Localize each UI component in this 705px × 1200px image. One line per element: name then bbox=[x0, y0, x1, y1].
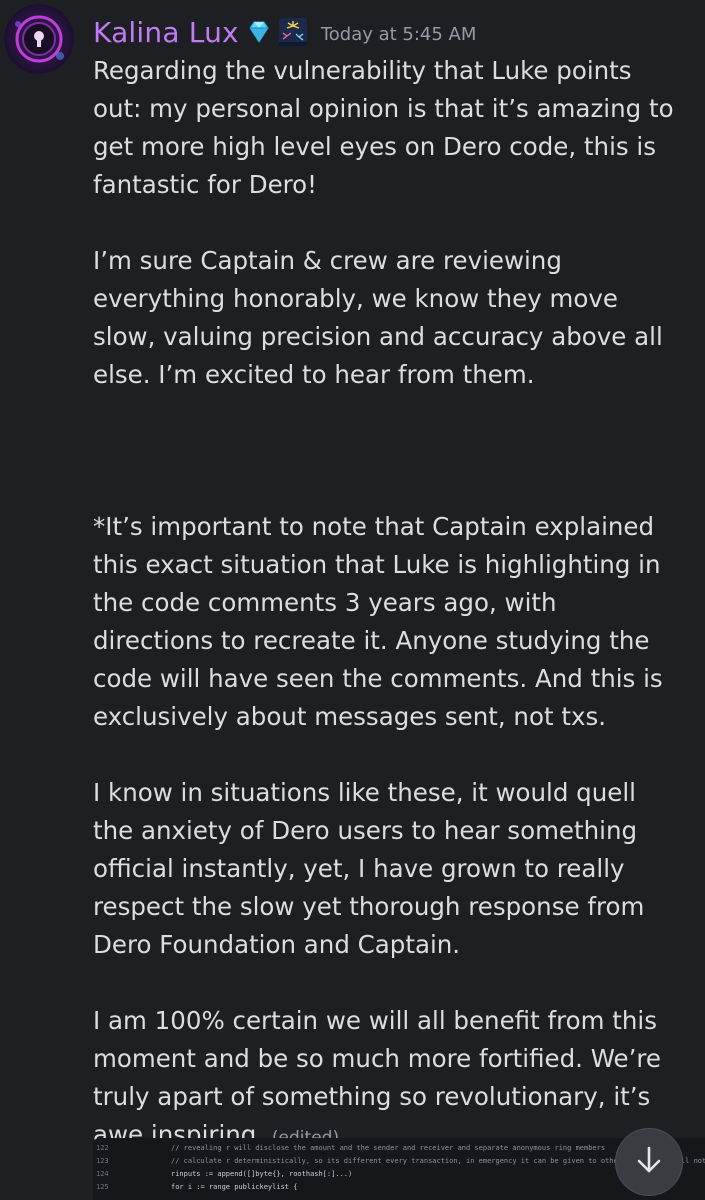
line-number: 123 bbox=[96, 1157, 109, 1165]
arrow-down-icon bbox=[632, 1143, 666, 1181]
line-number: 124 bbox=[96, 1170, 109, 1178]
gem-icon bbox=[245, 18, 273, 46]
code-line: 123 // calculate r deterministically, so… bbox=[93, 1156, 705, 1167]
message-header: Kalina Lux Today at 5:45 AM bbox=[93, 10, 476, 54]
avatar[interactable] bbox=[4, 4, 74, 74]
timestamp: Today at 5:45 AM bbox=[320, 23, 477, 45]
code-line: 125 for i := range publickeylist { bbox=[93, 1182, 705, 1193]
message-paragraph: I know in situations like these, it woul… bbox=[93, 778, 645, 959]
message-paragraph-last: I am 100% certain we will all benefit fr… bbox=[93, 1002, 683, 1157]
message-paragraph-text: I am 100% certain we will all benefit fr… bbox=[93, 1006, 661, 1149]
code-text: for i := range publickeylist { bbox=[171, 1183, 298, 1191]
line-number: 125 bbox=[96, 1183, 109, 1191]
code-line: 124 rinputs := append([]byte{}, roothash… bbox=[93, 1169, 705, 1180]
jump-to-bottom-button[interactable] bbox=[615, 1128, 683, 1196]
message-content: Regarding the vulnerability that Luke po… bbox=[93, 52, 683, 1157]
code-line: 122 // revealing r will disclose the amo… bbox=[93, 1143, 705, 1154]
message-paragraph: *It’s important to note that Captain exp… bbox=[93, 512, 663, 731]
code-screenshot-attachment[interactable]: 122 // revealing r will disclose the amo… bbox=[93, 1138, 705, 1200]
code-text: // revealing r will disclose the amount … bbox=[171, 1144, 606, 1152]
chat-message: Kalina Lux Today at 5:45 AM Regarding th… bbox=[0, 0, 705, 1200]
line-number: 122 bbox=[96, 1144, 109, 1152]
fireworks-icon bbox=[278, 18, 307, 46]
code-text: rinputs := append([]byte{}, roothash[:].… bbox=[171, 1170, 353, 1178]
message-paragraph: Regarding the vulnerability that Luke po… bbox=[93, 56, 674, 199]
username[interactable]: Kalina Lux bbox=[93, 16, 239, 49]
message-paragraph: I’m sure Captain & crew are reviewing ev… bbox=[93, 246, 663, 389]
